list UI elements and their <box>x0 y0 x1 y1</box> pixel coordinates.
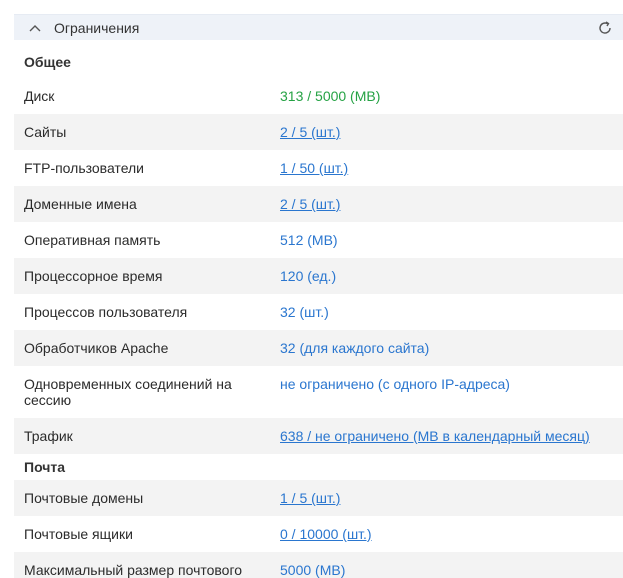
row-value: 313 / 5000 (MB) <box>280 88 381 104</box>
refresh-icon[interactable] <box>597 20 613 36</box>
mail-domains-link[interactable]: 1 / 5 (шт.) <box>280 490 340 506</box>
chevron-up-icon[interactable] <box>28 21 42 35</box>
row-label: Почтовые ящики <box>24 526 133 542</box>
limits-panel-header[interactable]: Ограничения <box>14 14 623 40</box>
limit-row-max-mailbox-size: Максимальный размер почтового 5000 (MB) <box>14 552 623 578</box>
row-value: 32 (для каждого сайта) <box>280 340 430 356</box>
limit-row-ram: Оперативная память 512 (MB) <box>14 222 623 258</box>
row-label: Обработчиков Apache <box>24 340 169 356</box>
row-label: Процессов пользователя <box>24 304 188 320</box>
limits-page: Ограничения Общее Диск 313 / 5000 (MB) С… <box>0 0 623 578</box>
row-label: Почтовые домены <box>24 490 144 506</box>
traffic-link[interactable]: 638 / не ограничено (MB в календарный ме… <box>280 428 590 444</box>
limit-row-traffic: Трафик 638 / не ограничено (MB в календа… <box>14 418 623 454</box>
row-value: 5000 (MB) <box>280 562 346 578</box>
row-label: Оперативная память <box>24 232 161 248</box>
row-label: Трафик <box>24 428 73 444</box>
panel-title: Ограничения <box>54 19 140 36</box>
row-value: 120 (ед.) <box>280 268 337 284</box>
section-mail-heading: Почта <box>24 459 66 475</box>
mailboxes-link[interactable]: 0 / 10000 (шт.) <box>280 526 372 542</box>
limit-row-connections: Одновременных соединений на сессию не ог… <box>14 366 623 418</box>
row-value: не ограничено (с одного IP-адреса) <box>280 376 510 392</box>
row-value: 32 (шт.) <box>280 304 329 320</box>
limit-row-ftp-users: FTP-пользователи 1 / 50 (шт.) <box>14 150 623 186</box>
limit-row-mail-domains: Почтовые домены 1 / 5 (шт.) <box>14 480 623 516</box>
row-label: Доменные имена <box>24 196 137 212</box>
row-label: FTP-пользователи <box>24 160 144 176</box>
row-label: Одновременных соединений на сессию <box>24 376 232 408</box>
limit-row-domains: Доменные имена 2 / 5 (шт.) <box>14 186 623 222</box>
row-label: Процессорное время <box>24 268 163 284</box>
limit-row-user-processes: Процессов пользователя 32 (шт.) <box>14 294 623 330</box>
row-value: 512 (MB) <box>280 232 338 248</box>
ftp-users-link[interactable]: 1 / 50 (шт.) <box>280 160 348 176</box>
row-label: Максимальный размер почтового <box>24 562 243 578</box>
row-label: Диск <box>24 88 55 104</box>
row-label: Сайты <box>24 124 67 140</box>
limit-row-sites: Сайты 2 / 5 (шт.) <box>14 114 623 150</box>
limit-row-apache-handlers: Обработчиков Apache 32 (для каждого сайт… <box>14 330 623 366</box>
limit-row-mailboxes: Почтовые ящики 0 / 10000 (шт.) <box>14 516 623 552</box>
sites-link[interactable]: 2 / 5 (шт.) <box>280 124 340 140</box>
limit-row-cpu-time: Процессорное время 120 (ед.) <box>14 258 623 294</box>
section-general-heading: Общее <box>24 54 71 70</box>
limit-row-disk: Диск 313 / 5000 (MB) <box>14 78 623 114</box>
limits-table: Общее Диск 313 / 5000 (MB) Сайты 2 / 5 (… <box>14 46 623 578</box>
domains-link[interactable]: 2 / 5 (шт.) <box>280 196 340 212</box>
